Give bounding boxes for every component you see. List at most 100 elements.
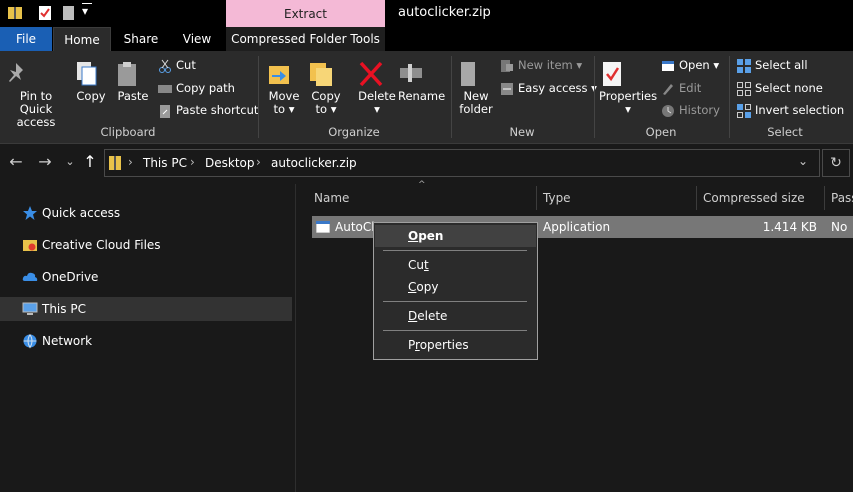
column-header-compressed-size[interactable]: Compressed size — [703, 190, 805, 210]
organize-group-label: Organize — [328, 125, 380, 139]
delete-x-icon — [358, 60, 396, 88]
rename-button[interactable]: Rename — [398, 60, 446, 103]
open-icon — [661, 59, 675, 73]
nav-item-quick-access[interactable]: Quick access — [0, 201, 292, 225]
rename-label: Rename — [398, 89, 446, 103]
copy-path-icon — [158, 82, 172, 96]
invert-selection-icon — [737, 103, 751, 118]
pin-to-quick-access-button[interactable]: Pin to Quick access — [3, 60, 69, 129]
nav-label-network: Network — [42, 334, 93, 348]
open-button[interactable]: Open ▾ — [661, 56, 719, 74]
customize-quick-access-icon[interactable]: ▾ — [82, 4, 88, 18]
tab-file[interactable]: File — [0, 27, 52, 51]
copy-to-label-2: to ▾ — [315, 102, 337, 116]
menu-delete-rest: elete — [417, 309, 448, 323]
new-item-label: New item ▾ — [518, 58, 583, 72]
nav-item-network[interactable]: Network — [0, 329, 292, 353]
menu-properties-prefix: P — [408, 338, 416, 352]
cut-button[interactable]: Cut — [158, 56, 196, 74]
move-to-label-2: to ▾ — [273, 102, 295, 116]
new-item-button[interactable]: New item ▾ — [500, 56, 582, 74]
ribbon-separator — [594, 56, 595, 138]
pane-splitter[interactable] — [295, 184, 296, 492]
nav-item-onedrive[interactable]: OneDrive — [0, 265, 292, 289]
history-button[interactable]: History — [661, 101, 720, 119]
breadcrumb-chevron-icon: › — [128, 155, 133, 169]
forward-arrow-icon[interactable]: → — [35, 152, 55, 172]
menu-cut-accel: t — [423, 258, 429, 272]
properties-button[interactable]: Properties ▾ — [599, 60, 657, 116]
open-label: Open ▾ — [679, 58, 720, 72]
column-header-password[interactable]: Pass — [831, 190, 853, 210]
copy-label: Copy — [76, 89, 106, 103]
column-header-name[interactable]: Name — [314, 190, 349, 210]
tab-home[interactable]: Home — [53, 27, 111, 51]
application-icon — [316, 221, 330, 233]
select-none-button[interactable]: Select none — [737, 79, 823, 97]
refresh-icon[interactable]: ↻ — [822, 149, 850, 177]
network-globe-icon — [22, 333, 38, 349]
menu-item-copy[interactable]: Copy — [375, 276, 536, 298]
move-to-button[interactable]: Move to ▾ — [266, 60, 302, 116]
breadcrumb-desktop[interactable]: Desktop — [205, 156, 255, 170]
invert-selection-label: Invert selection — [755, 103, 845, 117]
menu-item-cut[interactable]: Cut — [375, 254, 536, 276]
new-group-label: New — [509, 125, 535, 139]
copy-folder-icon — [308, 60, 344, 88]
easy-access-label: Easy access ▾ — [518, 81, 597, 95]
rename-icon — [398, 60, 444, 88]
address-dropdown-icon[interactable]: ⌄ — [798, 154, 808, 168]
menu-open-accel: O — [408, 229, 419, 243]
invert-selection-button[interactable]: Invert selection — [737, 101, 844, 119]
extract-label: Extract — [284, 7, 327, 21]
column-divider[interactable] — [824, 186, 825, 210]
nav-item-this-pc[interactable]: This PC — [0, 297, 292, 321]
properties-check-icon[interactable] — [37, 5, 53, 21]
paste-shortcut-label: Paste shortcut — [176, 103, 259, 117]
menu-delete-accel: D — [408, 309, 418, 323]
copy-button[interactable]: Copy — [73, 60, 109, 103]
paste-button[interactable]: Paste — [114, 60, 152, 103]
paste-shortcut-button[interactable]: Paste shortcut — [158, 101, 258, 119]
sort-ascending-icon: ^ — [418, 180, 426, 190]
properties-label-2: ▾ — [625, 102, 631, 116]
clipboard-icon — [114, 60, 152, 88]
nav-label-quick-access: Quick access — [42, 206, 121, 220]
tab-view[interactable]: View — [170, 27, 224, 51]
easy-access-icon — [500, 82, 514, 96]
zip-folder-icon[interactable] — [7, 5, 23, 21]
copy-path-button[interactable]: Copy path — [158, 79, 235, 97]
easy-access-button[interactable]: Easy access ▾ — [500, 79, 597, 97]
menu-item-properties[interactable]: Properties — [375, 334, 536, 356]
nav-label-this-pc: This PC — [42, 302, 86, 316]
up-arrow-icon[interactable]: ↑ — [80, 152, 100, 172]
column-header-type[interactable]: Type — [543, 190, 571, 210]
window-title: autoclicker.zip — [398, 5, 491, 20]
edit-button[interactable]: Edit — [661, 79, 701, 97]
menu-item-open[interactable]: Open — [375, 225, 536, 247]
new-folder-label-2: folder — [459, 102, 493, 116]
select-none-label: Select none — [755, 81, 823, 95]
copy-to-button[interactable]: Copy to ▾ — [308, 60, 344, 116]
extract-context-tab: Extract — [226, 0, 385, 27]
tab-share[interactable]: Share — [113, 27, 169, 51]
new-folder-button[interactable]: New folder — [456, 60, 496, 116]
file-compressed-size: 1.414 KB — [762, 220, 817, 234]
delete-button[interactable]: Delete ▾ — [358, 60, 396, 116]
tab-compressed-folder-tools[interactable]: Compressed Folder Tools — [226, 27, 385, 51]
open-group-label: Open — [645, 125, 677, 139]
select-none-icon — [737, 81, 751, 96]
column-divider[interactable] — [536, 186, 537, 210]
file-password: No — [831, 220, 848, 234]
new-folder-quick-icon[interactable] — [61, 5, 77, 21]
menu-item-delete[interactable]: Delete — [375, 305, 536, 327]
menu-separator — [383, 330, 527, 331]
breadcrumb-autoclicker-zip[interactable]: autoclicker.zip — [271, 156, 357, 170]
back-arrow-icon[interactable]: ← — [6, 152, 26, 172]
column-divider[interactable] — [696, 186, 697, 210]
nav-item-creative-cloud[interactable]: Creative Cloud Files — [0, 233, 292, 257]
recent-locations-chevron-icon[interactable]: ⌄ — [60, 152, 80, 172]
nav-label-creative-cloud: Creative Cloud Files — [42, 238, 161, 252]
select-all-button[interactable]: Select all — [737, 56, 808, 74]
breadcrumb-this-pc[interactable]: This PC — [143, 156, 187, 170]
